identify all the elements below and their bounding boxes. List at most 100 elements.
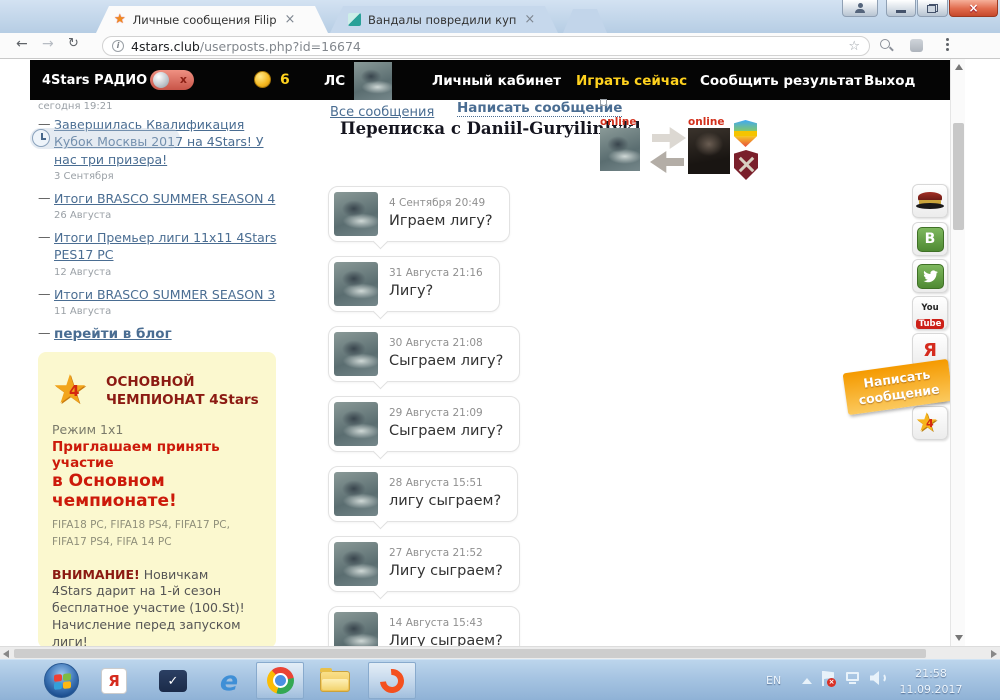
show-hidden-icons-icon[interactable] [802, 678, 812, 684]
tab-news[interactable]: Вандалы повредили куп × [330, 6, 558, 33]
news-link[interactable]: Итоги BRASCO SUMMER SEASON 4 [54, 190, 282, 207]
message-card[interactable]: 14 Августа 15:43 Лигу сыграем? [328, 606, 520, 646]
clock-time: 21:58 [888, 666, 974, 682]
search-icon[interactable] [880, 39, 890, 49]
minimize-button[interactable] [886, 0, 916, 17]
forward-icon[interactable]: → [42, 36, 54, 52]
nav-avatar[interactable] [354, 62, 392, 100]
vk-widget[interactable]: B [912, 222, 948, 256]
military-cap-widget[interactable] [912, 184, 948, 218]
nav-item-messages[interactable]: ЛС [324, 73, 345, 89]
tab2-title: Вандалы повредили куп [368, 13, 516, 27]
checkmark-app-icon: ✓ [159, 670, 187, 692]
all-messages-link[interactable]: Все сообщения [330, 105, 434, 120]
url-text[interactable]: 4stars.club/userposts.php?id=16674 [131, 39, 848, 54]
new-tab-button[interactable] [563, 9, 607, 33]
menu-dots-icon[interactable] [946, 38, 949, 53]
screen: ★ Личные сообщения Filip × Вандалы повре… [0, 0, 1000, 700]
news-date: сегодня 19:21 [38, 101, 310, 112]
tab1-close-icon[interactable]: × [285, 13, 296, 26]
browser-toolbar: ← → ↻ i 4stars.club/userposts.php?id=166… [0, 33, 1000, 59]
message-date: 27 Августа 21:52 [389, 547, 503, 559]
radio-clock-overlay [30, 128, 180, 149]
page-info-icon[interactable]: i [112, 40, 124, 52]
start-button[interactable] [44, 663, 79, 698]
youtube-widget[interactable]: You Tube [912, 296, 948, 330]
promo-invite-line1: Приглашаем принять участие [52, 439, 262, 471]
scroll-right-icon[interactable] [991, 650, 997, 658]
message-text: Лигу сыграем? [389, 563, 503, 579]
arrow-right-icon [652, 127, 686, 149]
network-icon[interactable] [846, 672, 860, 684]
language-indicator[interactable]: EN [766, 674, 781, 687]
star-4-icon: ★ 4 [52, 368, 100, 412]
taskbar-mail-button[interactable]: ✓ [158, 665, 188, 697]
news-link[interactable]: Итоги Премьер лиги 11x11 4Stars PES17 PC [54, 229, 282, 264]
message-card[interactable]: 28 Августа 15:51 лигу сыграем? [328, 466, 518, 522]
volume-icon[interactable] [870, 671, 886, 685]
minimize-icon [896, 10, 906, 13]
scroll-left-icon[interactable] [3, 650, 9, 658]
news-link[interactable]: Итоги BRASCO SUMMER SEASON 3 [54, 286, 282, 303]
back-icon[interactable]: ← [16, 36, 28, 52]
avatar-right[interactable] [688, 128, 730, 174]
radio-sphere-icon [153, 72, 169, 88]
taskbar-origin-button[interactable] [368, 662, 416, 699]
twitter-widget[interactable] [912, 259, 948, 293]
vertical-scrollbar[interactable] [950, 59, 965, 646]
blog-link[interactable]: перейти в блог [54, 325, 282, 344]
message-card[interactable]: 29 Августа 21:09 Сыграем лигу? [328, 396, 520, 452]
star-widget[interactable]: ★ 4 [912, 406, 948, 440]
tab-messages[interactable]: ★ Личные сообщения Filip × [96, 6, 328, 33]
write-message-link[interactable]: Написать сообщение [457, 100, 622, 117]
horizontal-scrollbar[interactable] [0, 646, 1000, 659]
avatar-left[interactable] [600, 128, 640, 171]
nav-item-cabinet[interactable]: Личный кабинет [432, 73, 561, 89]
message-date: 28 Августа 15:51 [389, 477, 501, 489]
nav-item-play-now[interactable]: Играть сейчас [576, 73, 687, 89]
close-button[interactable]: × [949, 0, 998, 17]
browser-titlebar: ★ Личные сообщения Filip × Вандалы повре… [0, 0, 1000, 33]
tab2-close-icon[interactable]: × [524, 13, 535, 26]
message-text: Сыграем лигу? [389, 423, 503, 439]
restore-icon [927, 4, 938, 13]
taskbar-yandex-button[interactable]: Я [100, 665, 128, 697]
message-card[interactable]: 31 Августа 21:16 Лигу? [328, 256, 500, 312]
nav-item-logout[interactable]: Выход [864, 73, 915, 89]
profile-window-button[interactable] [842, 0, 878, 17]
action-center-icon[interactable]: × [822, 671, 835, 686]
restore-button[interactable] [917, 0, 948, 17]
extension-icon[interactable] [910, 39, 923, 52]
promo-attention: ВНИМАНИЕ! Новичкам 4Stars дарит на 1-й с… [52, 567, 252, 646]
message-avatar [334, 472, 378, 516]
url-path: /userposts.php?id=16674 [200, 39, 361, 54]
taskbar-ie-button[interactable]: e [214, 665, 244, 697]
message-avatar [334, 542, 378, 586]
radio-player-button[interactable]: x [150, 70, 194, 90]
twitter-icon [917, 264, 944, 289]
nav-item-report-result[interactable]: Сообщить результат [700, 73, 862, 89]
clock[interactable]: 21:58 11.09.2017 [888, 666, 974, 698]
arrow-left-icon [650, 151, 684, 173]
scroll-down-icon[interactable] [955, 635, 963, 641]
message-card[interactable]: 4 Сентября 20:49 Играем лигу? [328, 186, 510, 242]
radio-close-icon[interactable]: x [180, 73, 187, 86]
team-badge-icon [734, 120, 757, 147]
news-item-blog: — перейти в блог [38, 325, 282, 344]
internet-explorer-icon: e [220, 666, 238, 697]
clock-date: 11.09.2017 [888, 682, 974, 698]
message-card[interactable]: 27 Августа 21:52 Лигу сыграем? [328, 536, 520, 592]
promo-title: ОСНОВНОЙ ЧЕМПИОНАТ 4Stars [106, 374, 262, 409]
refresh-icon[interactable]: ↻ [68, 36, 79, 51]
taskbar-chrome-button[interactable] [256, 662, 304, 699]
bookmark-star-icon[interactable]: ☆ [848, 39, 860, 54]
message-date: 29 Августа 21:09 [389, 407, 503, 419]
close-icon: × [968, 1, 978, 15]
horizontal-scroll-thumb[interactable] [14, 649, 926, 658]
yandex-browser-icon: Я [101, 668, 127, 694]
taskbar-explorer-button[interactable] [318, 665, 352, 697]
message-card[interactable]: 30 Августа 21:08 Сыграем лигу? [328, 326, 520, 382]
scroll-up-icon[interactable] [955, 64, 963, 70]
address-bar[interactable]: i 4stars.club/userposts.php?id=16674 ☆ [102, 36, 870, 56]
vertical-scroll-thumb[interactable] [953, 123, 964, 230]
